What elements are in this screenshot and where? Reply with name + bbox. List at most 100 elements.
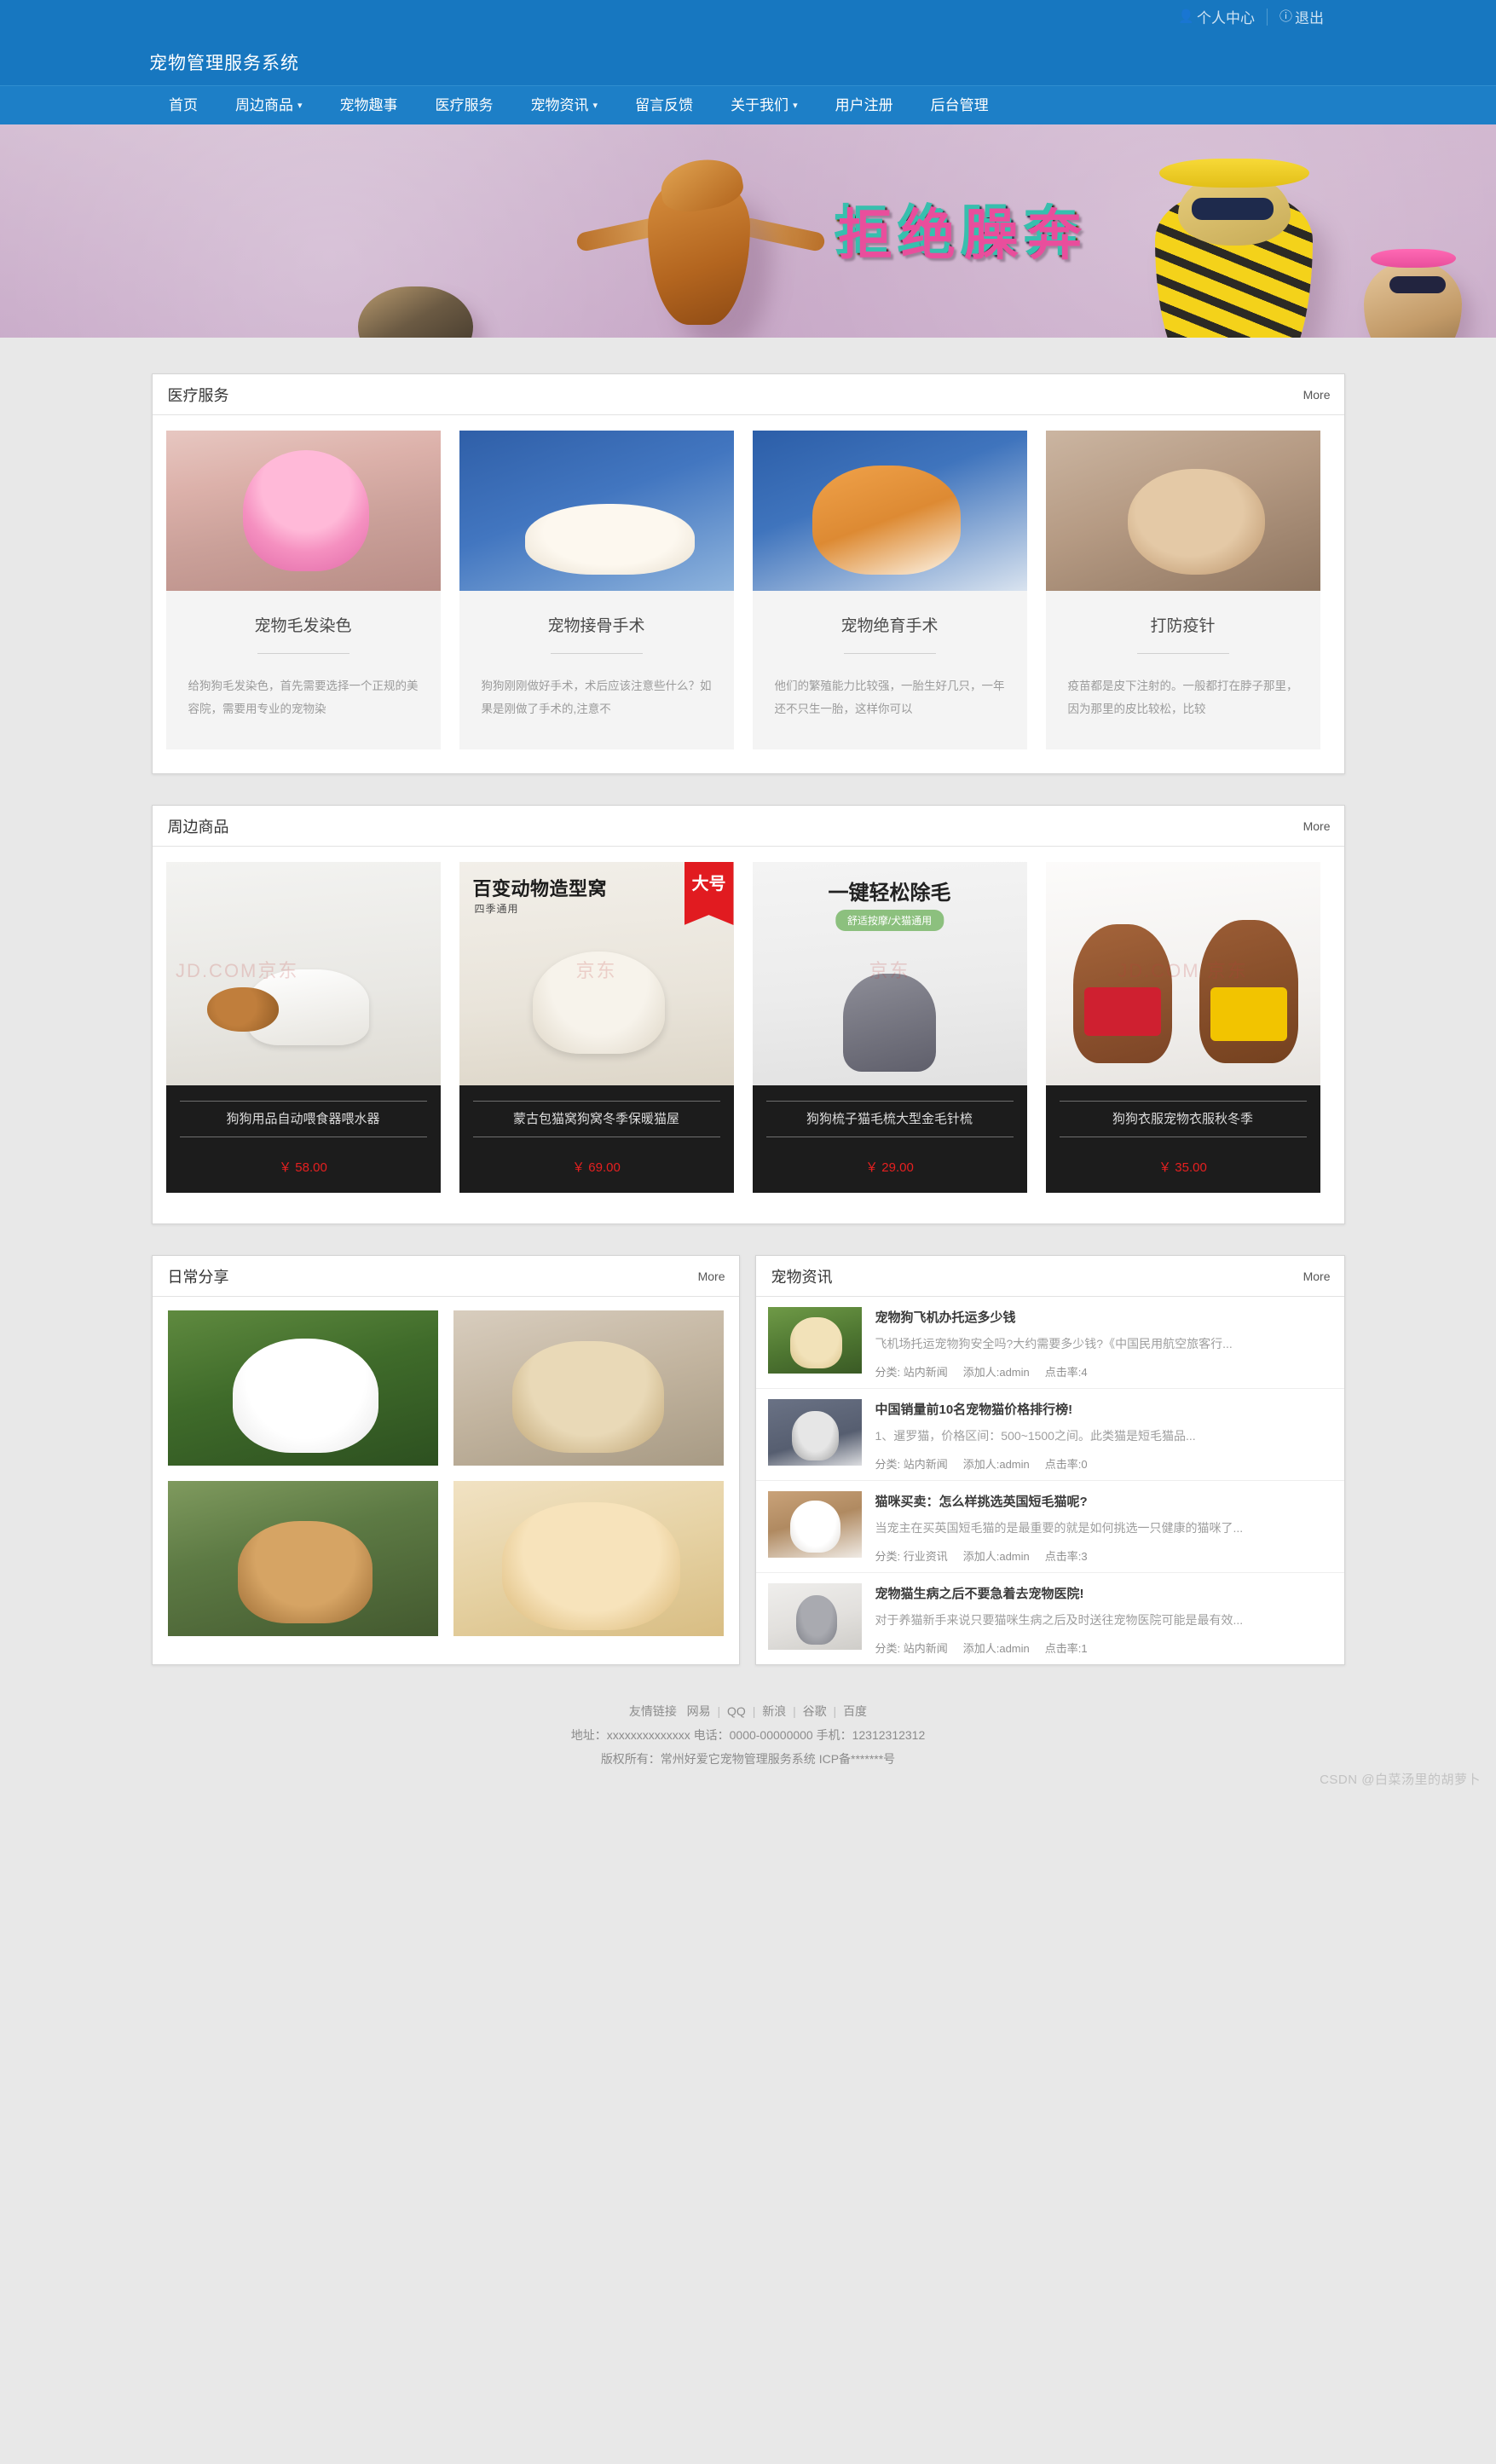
bottom-section: 日常分享 More 宠物资讯 More 宠物狗飞机办托运多少钱 飞机场托运宠物狗…	[151, 1255, 1345, 1680]
nav-item-about[interactable]: 关于我们 ▾	[712, 86, 817, 125]
yellow-dog-photo[interactable]	[167, 1481, 438, 1636]
footer-address: 地址：xxxxxxxxxxxxxx 电话：0000-00000000 手机：12…	[570, 1728, 926, 1742]
daily-share-panel: 日常分享 More	[151, 1255, 740, 1665]
nav-item-feedback[interactable]: 留言反馈	[616, 86, 712, 125]
products-panel: 周边商品 More JD.COM京东 狗狗用品自动喂食器喂水器 ￥ 58.00	[151, 805, 1345, 1224]
news-item-title: 中国销量前10名宠物猫价格排行榜!	[875, 1403, 1073, 1417]
clothes-shape-yellow	[1210, 986, 1287, 1041]
medical-card-title: 打防疫针	[1150, 617, 1216, 635]
chevron-down-icon: ▾	[297, 100, 303, 111]
news-more-link[interactable]: More	[1303, 1270, 1331, 1283]
medical-card[interactable]: 宠物接骨手术 狗狗刚刚做好手术，术后应该注意些什么？如果是刚做了手术的,注意不	[459, 431, 734, 749]
medical-more-link[interactable]: More	[1303, 388, 1331, 402]
user-center-link[interactable]: 👤 个人中心	[1166, 6, 1267, 27]
news-hits: 点击率:1	[1044, 1642, 1088, 1655]
news-panel-title: 宠物资讯	[771, 1268, 833, 1286]
news-thumbnail	[767, 1491, 862, 1558]
nav-item-news[interactable]: 宠物资讯 ▾	[512, 86, 617, 125]
white-cat-photo[interactable]	[167, 1310, 438, 1466]
news-hits: 点击率:0	[1044, 1458, 1088, 1471]
nav-item-home[interactable]: 首页	[160, 86, 217, 125]
divider: |	[793, 1704, 796, 1718]
nav-item-register[interactable]: 用户注册	[817, 86, 912, 125]
news-author: 添加人:admin	[962, 1642, 1030, 1655]
medical-card-title: 宠物绝育手术	[840, 617, 939, 635]
news-item-summary: 对于养猫新手来说只要猫咪生病之后及时送往宠物医院可能是最有效...	[875, 1613, 1244, 1627]
nav-item-admin[interactable]: 后台管理	[912, 86, 1008, 125]
news-thumbnail	[767, 1307, 862, 1374]
divider: |	[752, 1704, 756, 1718]
medical-services-panel: 医疗服务 More 宠物毛发染色 给狗狗毛发染色，首先需要选择一个正规的美容院，…	[151, 373, 1345, 774]
news-list-item[interactable]: 宠物狗飞机办托运多少钱 飞机场托运宠物狗安全吗?大约需要多少钱?《中国民用航空旅…	[755, 1297, 1344, 1389]
shiba-dog-photo[interactable]	[453, 1481, 724, 1636]
news-author: 添加人:admin	[962, 1550, 1030, 1563]
product-card[interactable]: JD.COM京东 狗狗用品自动喂食器喂水器 ￥ 58.00	[165, 862, 441, 1193]
footer-copyright: 版权所有：常州好爱它宠物管理服务系统 ICP备*******号	[600, 1752, 896, 1766]
chevron-down-icon: ▾	[592, 100, 598, 111]
nav-item-fun[interactable]: 宠物趣事	[321, 86, 417, 125]
logout-link[interactable]: ⓘ 退出	[1268, 6, 1336, 27]
friend-link-qq[interactable]: QQ	[727, 1704, 746, 1718]
medical-card[interactable]: 宠物毛发染色 给狗狗毛发染色，首先需要选择一个正规的美容院，需要用专业的宠物染	[165, 431, 441, 749]
medical-panel-title: 医疗服务	[167, 386, 229, 404]
sunglasses-icon	[1192, 198, 1274, 220]
product-card[interactable]: 一键轻松除毛 舒适按摩/犬猫通用 京东 狗狗梳子猫毛梳大型金毛针梳 ￥ 29.0…	[752, 862, 1027, 1193]
product-name: 狗狗用品自动喂食器喂水器	[179, 1101, 427, 1137]
share-panel-header: 日常分享 More	[152, 1256, 739, 1297]
product-name: 狗狗衣服宠物衣服秋冬季	[1059, 1101, 1307, 1137]
product-card[interactable]: 百变动物造型窝 四季通用 大号 京东 蒙古包猫窝狗窝冬季保暖猫屋 ￥ 69.00	[459, 862, 734, 1193]
banner-headline: 拒绝臊奔	[835, 202, 1088, 263]
product-overlay-subtitle: 四季通用	[474, 903, 519, 915]
medical-card[interactable]: 打防疫针 疫苗都是皮下注射的。一般都打在脖子那里，因为那里的皮比较松，比较	[1045, 431, 1320, 749]
nav-label: 宠物资讯	[530, 96, 589, 113]
medical-card-body: 宠物接骨手术 狗狗刚刚做好手术，术后应该注意些什么？如果是刚做了手术的,注意不	[459, 591, 734, 749]
divider	[843, 653, 936, 654]
news-item-meta: 分类: 站内新闻 添加人:admin 点击率:4	[875, 1363, 1331, 1379]
news-category: 分类: 站内新闻	[875, 1366, 948, 1379]
news-author: 添加人:admin	[962, 1458, 1030, 1471]
medical-card[interactable]: 宠物绝育手术 他们的繁殖能力比较强，一胎生好几只，一年还不只生一胎，这样你可以	[752, 431, 1027, 749]
medical-card-title: 宠物毛发染色	[254, 617, 352, 635]
news-item-summary: 飞机场托运宠物狗安全吗?大约需要多少钱?《中国民用航空旅客行...	[875, 1337, 1233, 1351]
products-panel-header: 周边商品 More	[152, 806, 1344, 847]
news-item-title: 宠物狗飞机办托运多少钱	[875, 1310, 1016, 1325]
friend-link-sina[interactable]: 新浪	[762, 1704, 786, 1718]
csdn-watermark: CSDN @白菜汤里的胡萝卜	[1320, 1773, 1481, 1787]
products-more-link[interactable]: More	[1303, 819, 1331, 833]
news-list-item[interactable]: 猫咪买卖：怎么样挑选英国短毛猫呢? 当宠主在买英国短毛猫的是最重要的就是如何挑选…	[755, 1481, 1344, 1573]
friend-link-netease[interactable]: 网易	[687, 1704, 711, 1718]
product-card-meta: 狗狗衣服宠物衣服秋冬季 ￥ 35.00	[1045, 1085, 1320, 1193]
medical-card-desc: 疫苗都是皮下注射的。一般都打在脖子那里，因为那里的皮比较松，比较	[1067, 680, 1298, 715]
nav-label: 关于我们	[731, 96, 789, 113]
nav-label: 首页	[169, 96, 198, 113]
site-brand-title: 宠物管理服务系统	[149, 53, 299, 73]
products-panel-title: 周边商品	[167, 818, 229, 836]
nav-item-medical[interactable]: 医疗服务	[417, 86, 512, 125]
hero-banner[interactable]: 拒绝臊奔 姿势 屌 酷酷哒 高大上 2014 Ambaby春夏服装发布会 这个夏…	[0, 124, 1496, 338]
product-card-meta: 蒙古包猫窝狗窝冬季保暖猫屋 ￥ 69.00	[459, 1085, 734, 1193]
product-card-meta: 狗狗用品自动喂食器喂水器 ￥ 58.00	[165, 1085, 441, 1193]
share-more-link[interactable]: More	[698, 1270, 725, 1283]
medical-card-desc: 他们的繁殖能力比较强，一胎生好几只，一年还不只生一胎，这样你可以	[774, 680, 1005, 715]
nav-label: 周边商品	[235, 96, 293, 113]
product-price: ￥ 35.00	[1158, 1160, 1207, 1175]
news-item-title: 宠物猫生病之后不要急着去宠物医院!	[875, 1587, 1084, 1601]
nav-item-products[interactable]: 周边商品 ▾	[217, 86, 321, 125]
product-card[interactable]: JD.COM 京东 狗狗衣服宠物衣服秋冬季 ￥ 35.00	[1045, 862, 1320, 1193]
news-thumbnail	[767, 1583, 862, 1650]
friend-link-google[interactable]: 谷歌	[803, 1704, 827, 1718]
product-price: ￥ 29.00	[865, 1160, 914, 1175]
news-list-item[interactable]: 中国销量前10名宠物猫价格排行榜! 1、暹罗猫，价格区间：500~1500之间。…	[755, 1389, 1344, 1481]
product-card-list: JD.COM京东 狗狗用品自动喂食器喂水器 ￥ 58.00 百变动物造型窝 四季…	[153, 847, 1344, 1223]
pug-dog-photo[interactable]	[453, 1310, 724, 1466]
medical-card-title: 宠物接骨手术	[547, 617, 645, 635]
user-icon: 👤	[1178, 9, 1194, 24]
friend-links-label: 友情链接	[628, 1704, 677, 1718]
pet-news-panel: 宠物资讯 More 宠物狗飞机办托运多少钱 飞机场托运宠物狗安全吗?大约需要多少…	[754, 1255, 1345, 1665]
news-category: 分类: 行业资讯	[875, 1550, 948, 1563]
news-item-meta: 分类: 站内新闻 添加人:admin 点击率:0	[875, 1455, 1331, 1472]
news-list-item[interactable]: 宠物猫生病之后不要急着去宠物医院! 对于养猫新手来说只要猫咪生病之后及时送往宠物…	[756, 1573, 1344, 1664]
power-icon: ⓘ	[1279, 9, 1292, 24]
friend-link-baidu[interactable]: 百度	[843, 1704, 867, 1718]
